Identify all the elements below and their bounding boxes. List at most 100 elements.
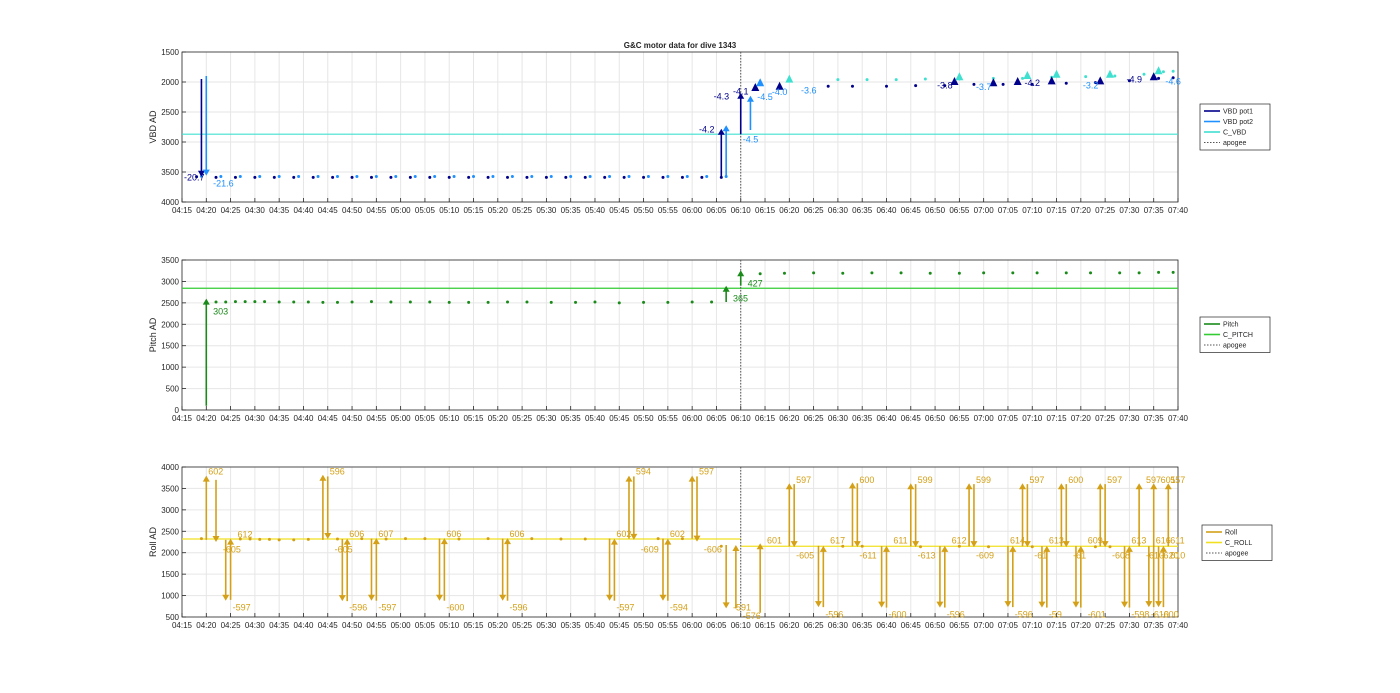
data-label: 599 <box>976 475 991 485</box>
data-point <box>525 300 529 304</box>
y-tick-label: 3500 <box>161 256 179 265</box>
data-point <box>559 537 563 541</box>
data-label: -4.5 <box>757 92 773 102</box>
x-tick-label: 05:45 <box>609 206 630 215</box>
data-label: -596 <box>1015 609 1033 619</box>
x-tick-label: 05:40 <box>585 621 606 630</box>
data-label: -596 <box>510 603 528 613</box>
data-label: -576 <box>743 611 761 621</box>
x-tick-label: 06:10 <box>731 206 752 215</box>
x-tick-label: 05:20 <box>488 414 509 423</box>
data-point <box>700 175 704 179</box>
data-label: 597 <box>699 466 714 476</box>
data-label: -600 <box>1161 609 1179 619</box>
x-tick-label: 04:40 <box>293 414 314 423</box>
data-point <box>467 175 471 179</box>
data-point <box>1089 271 1093 275</box>
x-tick-label: 05:25 <box>512 414 533 423</box>
data-point <box>316 175 320 178</box>
x-tick-label: 06:30 <box>828 621 849 630</box>
data-label: -596 <box>947 609 965 619</box>
data-label: -3.8 <box>937 81 953 91</box>
data-label: 606 <box>446 529 461 539</box>
data-point <box>710 300 714 304</box>
data-point <box>865 78 869 82</box>
x-tick-label: 05:30 <box>536 206 557 215</box>
data-point <box>491 175 495 178</box>
x-tick-label: 05:25 <box>512 206 533 215</box>
data-point <box>705 175 709 178</box>
data-label: 607 <box>378 529 393 539</box>
data-label: 600 <box>1068 475 1083 485</box>
data-point <box>841 271 845 275</box>
data-point <box>666 300 670 304</box>
data-point <box>311 175 315 179</box>
data-point <box>884 84 888 88</box>
x-tick-label: 04:20 <box>196 206 217 215</box>
data-label: 602 <box>670 529 685 539</box>
y-tick-label: 1000 <box>161 363 179 372</box>
x-tick-label: 07:15 <box>1047 621 1068 630</box>
x-tick-label: 07:40 <box>1168 206 1189 215</box>
x-tick-label: 06:45 <box>901 414 922 423</box>
x-tick-label: 06:20 <box>779 621 800 630</box>
data-point <box>272 175 276 179</box>
x-tick-label: 05:35 <box>561 206 582 215</box>
data-point <box>306 537 310 541</box>
x-tick-label: 05:15 <box>463 414 484 423</box>
data-label: 600 <box>859 475 874 485</box>
data-label: 611 <box>1170 536 1184 546</box>
data-label: 606 <box>510 529 525 539</box>
x-tick-label: 05:40 <box>585 206 606 215</box>
data-point <box>870 271 874 275</box>
y-tick-label: 4000 <box>161 198 179 207</box>
y-tick-label: 3500 <box>161 168 179 177</box>
data-point <box>782 271 786 275</box>
x-tick-label: 04:30 <box>245 206 266 215</box>
data-point <box>369 300 373 304</box>
data-point <box>826 84 830 88</box>
data-label: -3.7 <box>976 82 992 92</box>
x-tick-label: 04:30 <box>245 414 266 423</box>
data-label: -598 <box>1131 609 1149 619</box>
data-point <box>267 537 271 541</box>
data-point <box>1011 271 1015 275</box>
data-point <box>982 271 986 275</box>
data-point <box>335 175 339 178</box>
data-point <box>394 175 398 178</box>
data-label: 596 <box>330 466 345 476</box>
data-point <box>564 175 568 179</box>
data-point <box>335 300 339 304</box>
data-point <box>1064 81 1068 85</box>
data-point <box>836 78 840 82</box>
data-point <box>224 300 228 304</box>
x-tick-label: 04:50 <box>342 621 363 630</box>
data-point <box>894 78 898 82</box>
y-tick-label: 2000 <box>161 78 179 87</box>
x-tick-label: 06:50 <box>925 621 946 630</box>
data-point <box>1030 545 1034 549</box>
x-tick-label: 07:10 <box>1022 621 1043 630</box>
data-label: 597 <box>796 475 811 485</box>
data-point <box>423 537 427 541</box>
x-tick-label: 06:25 <box>804 621 825 630</box>
legend-label: C_VBD <box>1223 130 1246 137</box>
x-tick-label: 07:10 <box>1022 206 1043 215</box>
x-tick-label: 07:40 <box>1168 414 1189 423</box>
data-point <box>510 175 514 178</box>
y-tick-label: 2500 <box>161 108 179 117</box>
data-label: -61 <box>1034 550 1047 560</box>
x-tick-label: 07:20 <box>1071 621 1092 630</box>
data-point <box>238 175 242 178</box>
data-point <box>685 175 689 178</box>
data-point <box>1161 70 1165 74</box>
data-label: -613 <box>918 550 936 560</box>
x-tick-label: 04:25 <box>221 206 242 215</box>
legend: Pitch C_PITCHapogee <box>1199 316 1271 353</box>
x-tick-label: 05:45 <box>609 414 630 423</box>
x-tick-label: 07:35 <box>1144 414 1165 423</box>
x-tick-label: 06:05 <box>706 414 727 423</box>
legend: Roll C_ROLLapogee <box>1201 524 1273 561</box>
data-point <box>408 175 412 179</box>
data-point <box>486 175 490 179</box>
